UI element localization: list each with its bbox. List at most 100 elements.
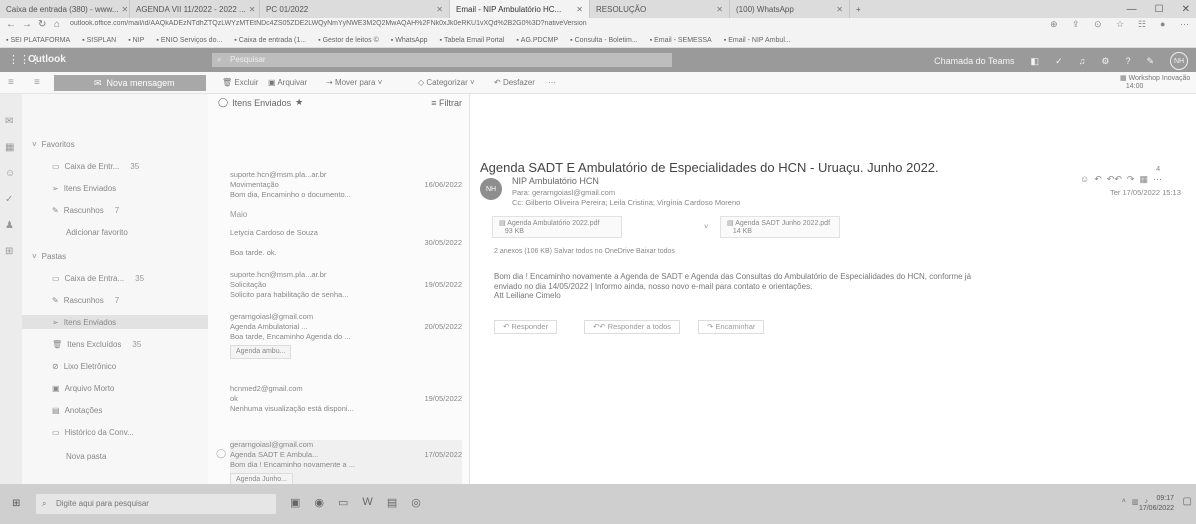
attachment-chip[interactable]: Agenda ambu... (230, 345, 292, 359)
bookmark[interactable]: ▪ Email - NIP Ambul... (724, 37, 791, 44)
more-icon[interactable]: ⋯ (1153, 174, 1162, 184)
list-item[interactable]: suporte.hcn@msm.pla...ar.br Solicitação 1… (230, 270, 462, 300)
folder-conversation-history[interactable]: ▭ Histórico da Conv... (52, 428, 134, 437)
bookmark[interactable]: ▪ SEI PLATAFORMA (6, 37, 70, 44)
move-to-button[interactable]: ⇢ Mover para ˅ (326, 78, 382, 87)
bookmark[interactable]: ▪ Email - SEMESSA (650, 37, 712, 44)
home-icon[interactable]: ⌂ (54, 19, 60, 30)
bookmark[interactable]: ▪ AG.PDCMP (516, 37, 558, 44)
bookmark[interactable]: ▪ ENIO Serviços do... (156, 37, 222, 44)
bookmark[interactable]: ▪ SISPLAN (82, 37, 116, 44)
mail-icon[interactable]: ✉ (5, 116, 13, 127)
taskbar-clock[interactable]: 09:17 17/06/2022 (1139, 494, 1174, 514)
collections-icon[interactable]: ☷ (1138, 19, 1146, 30)
bookmark[interactable]: ▪ Consulta - Boletim... (570, 37, 638, 44)
favorite-star-icon[interactable]: ☆ (1116, 19, 1124, 30)
close-icon[interactable]: ✕ (249, 5, 256, 14)
bookmark[interactable]: ▪ Caixa de entrada (1... (234, 37, 306, 44)
browser-tab-active[interactable]: Email - NIP Ambulatório HC... ✕ (450, 0, 590, 18)
browser-tab[interactable]: PC 01/2022 ✕ (260, 0, 450, 18)
url-field[interactable]: outlook.office.com/mail/id/AAQkADEzNTdhZ… (70, 20, 890, 32)
folder-sent-selected[interactable]: ➢ Itens Enviados (22, 315, 208, 329)
chevron-up-icon[interactable]: ˄ (1122, 498, 1126, 506)
folder-drafts[interactable]: ✎ Rascunhos 7 (52, 296, 119, 305)
select-all-icon[interactable]: ◯ (218, 97, 228, 108)
collapse-icon[interactable]: ≡ (34, 77, 40, 88)
folder-notes[interactable]: ▤ Anotações (52, 406, 102, 415)
new-folder-link[interactable]: Nova pasta (66, 452, 106, 461)
list-item-selected[interactable]: gerarngoiasl@gmail.com Agenda SADT E Amb… (230, 440, 462, 487)
attachment-menu-icon[interactable]: ˅ (704, 222, 708, 231)
new-message-button[interactable]: ✉ Nova mensagem (54, 75, 206, 91)
folder-deleted[interactable]: 🗑 Itens Excluídos 35 (52, 340, 141, 349)
reply-all-button[interactable]: ↶↶ Responder a todos (584, 320, 681, 334)
close-icon[interactable]: ✕ (122, 5, 129, 14)
avatar[interactable]: NH (1170, 52, 1188, 70)
search-input[interactable]: ⌕ Pesquisar (212, 53, 672, 67)
maximize-icon[interactable]: ☐ (1155, 4, 1164, 15)
close-icon[interactable]: ✕ (576, 5, 583, 14)
folder-drafts-fav[interactable]: ✎ Rascunhos 7 (52, 206, 119, 215)
reply-all-icon[interactable]: ↶↶ (1107, 174, 1122, 184)
bookmark[interactable]: ▪ WhatsApp (391, 37, 428, 44)
upcoming-event[interactable]: ▦ Workshop Inovação 14:00 (1120, 75, 1190, 91)
bookmark[interactable]: ▪ NIP (128, 37, 144, 44)
select-message-icon[interactable]: ◯ (216, 448, 226, 459)
megaphone-icon[interactable]: ✎ (1146, 56, 1154, 67)
emoji-icon[interactable]: ☺ (1080, 174, 1089, 184)
list-item[interactable]: suporte.hcn@msm.pla...ar.br Movimentação… (230, 170, 462, 200)
close-icon[interactable]: ✕ (836, 5, 843, 14)
folder-sent-fav[interactable]: ➢ Itens Enviados (52, 184, 116, 193)
network-icon[interactable]: ▥ (1132, 498, 1139, 506)
people-icon[interactable]: ☺ (5, 168, 15, 179)
browser-tab[interactable]: AGENDA VII 11/2022 - 2022 ... ✕ (130, 0, 260, 18)
file-explorer-icon[interactable]: ▭ (338, 496, 348, 509)
browser-tab[interactable]: Caixa de entrada (380) - www... ✕ (0, 0, 130, 18)
edge-browser-icon[interactable]: ◉ (314, 496, 324, 509)
close-icon[interactable]: ✕ (436, 5, 443, 14)
browser-menu-icon[interactable]: ⋯ (1180, 19, 1189, 30)
delete-button[interactable]: 🗑 Excluir (222, 78, 258, 87)
store-icon[interactable]: ▤ (387, 496, 397, 509)
list-item[interactable]: Letycia Cardoso de Souza 30/05/2022 Boa … (230, 228, 462, 258)
folder-inbox[interactable]: ▭ Caixa de Entra... 35 (52, 274, 144, 283)
folder-junk[interactable]: ⊘ Lixo Eletrônico (52, 362, 116, 371)
attachment-card[interactable]: ▤ Agenda SADT Junho 2022.pdf 14 KB (720, 216, 840, 238)
list-item[interactable]: gerarngoiasl@gmail.com Agenda Ambulatori… (230, 312, 462, 359)
reload-icon[interactable]: ↻ (38, 19, 46, 30)
notification-icon[interactable]: ▢ (1183, 496, 1192, 507)
folders-header[interactable]: ˅ Pastas (32, 252, 66, 261)
undo-button[interactable]: ↶ Desfazer (494, 78, 535, 87)
attachment-card[interactable]: ▤ Agenda Ambulatório 2022.pdf 93 KB (492, 216, 622, 238)
forward-icon[interactable]: ↷ (1127, 174, 1135, 184)
filter-button[interactable]: ≡ Filtrar (431, 98, 462, 108)
favorites-header[interactable]: ˅ Favoritos (32, 140, 75, 149)
bookmark[interactable]: ▪ Gestor de leitos © (318, 37, 379, 44)
calendar-icon[interactable]: ▦ (5, 142, 14, 153)
reply-button[interactable]: ↶ Responder (494, 320, 558, 334)
browser-tab[interactable]: RESOLUÇÃO ✕ (590, 0, 730, 18)
extension-icon[interactable]: ⊕ (1050, 19, 1058, 30)
help-icon[interactable]: ? (1125, 56, 1130, 66)
hamburger-icon[interactable]: ≡ (8, 77, 14, 88)
todo-icon[interactable]: ✓ (1055, 56, 1063, 67)
word-icon[interactable]: W (362, 496, 372, 509)
close-window-icon[interactable]: ✕ (1182, 4, 1190, 15)
back-icon[interactable]: ← (6, 19, 16, 30)
teams-icon[interactable]: ◧ (1031, 56, 1040, 67)
forward-button[interactable]: ↷ Encaminhar (698, 320, 765, 334)
taskbar-search-input[interactable]: ⌕ Digite aqui para pesquisar (36, 494, 276, 514)
archive-button[interactable]: ▣ Arquivar (268, 78, 307, 87)
close-icon[interactable]: ✕ (716, 5, 723, 14)
chrome-icon[interactable]: ◎ (411, 496, 421, 509)
task-view-icon[interactable]: ▣ (290, 496, 300, 509)
profile-icon[interactable]: ● (1160, 19, 1165, 29)
gear-icon[interactable]: ⚙ (1101, 56, 1109, 67)
browser-tab[interactable]: (100) WhatsApp ✕ (730, 0, 850, 18)
favorite-star-icon[interactable]: ★ (295, 97, 303, 108)
bookmark[interactable]: ▪ Tabela Email Portal (440, 37, 505, 44)
new-tab-button[interactable]: + (850, 0, 874, 18)
share-icon[interactable]: ⇪ (1072, 19, 1080, 30)
list-item[interactable]: hcnmed2@gmail.com ok 19/05/2022 Nenhuma v… (230, 384, 462, 414)
apps-icon[interactable]: ⊞ (5, 246, 13, 257)
